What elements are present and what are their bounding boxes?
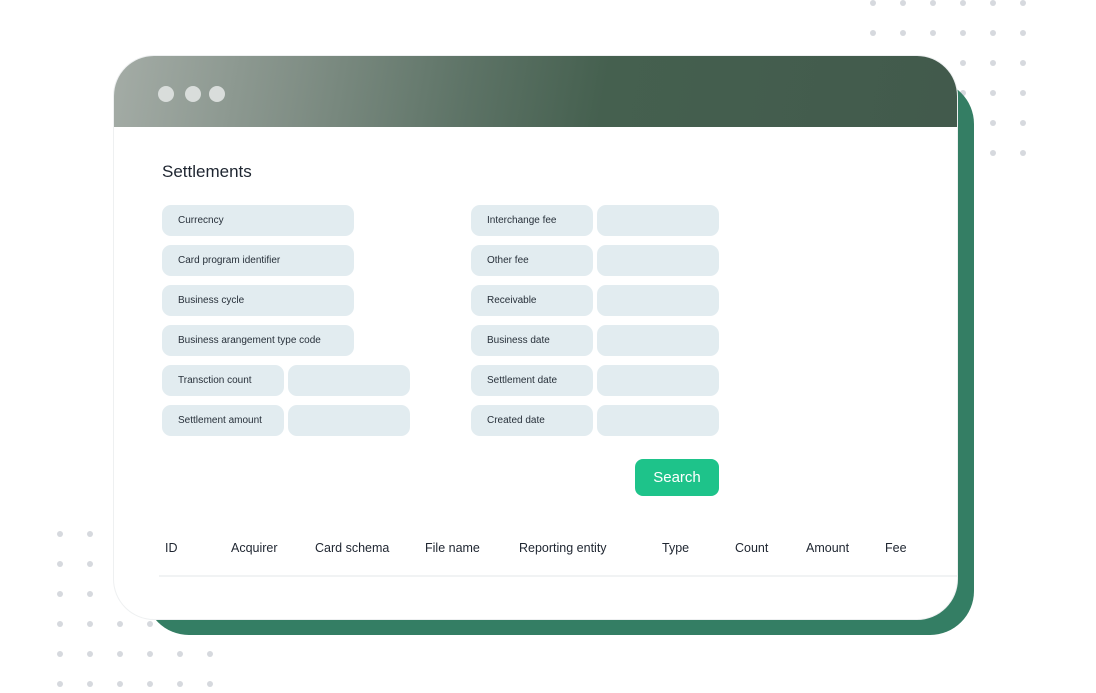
interchange-fee-input[interactable] <box>597 205 719 236</box>
decor-dot <box>177 681 183 687</box>
decor-dot <box>147 621 153 627</box>
window-titlebar <box>114 56 957 127</box>
column-header-reporting-entity[interactable]: Reporting entity <box>519 541 607 555</box>
window-dot-icon <box>158 86 174 102</box>
decor-dot <box>87 621 93 627</box>
page-title: Settlements <box>162 162 252 181</box>
decor-dot <box>57 591 63 597</box>
decor-dot <box>57 531 63 537</box>
other-fee-input[interactable] <box>597 245 719 276</box>
column-header-file-name[interactable]: File name <box>425 541 480 555</box>
filter-label: Card program identifier <box>178 255 281 266</box>
decor-dot <box>57 621 63 627</box>
filter-label-settlement-amount: Settlement amount <box>162 405 284 436</box>
column-header-amount[interactable]: Amount <box>806 541 849 555</box>
decor-dot <box>960 30 966 36</box>
filter-label-transaction-count: Transction count <box>162 365 284 396</box>
column-header-id[interactable]: ID <box>165 541 178 555</box>
decor-dot <box>87 561 93 567</box>
filter-card-program-identifier[interactable]: Card program identifier <box>162 245 354 276</box>
decor-dot <box>960 0 966 6</box>
search-button[interactable]: Search <box>635 459 719 496</box>
decor-dot <box>1020 0 1026 6</box>
decor-dot <box>1020 90 1026 96</box>
decor-dot <box>57 561 63 567</box>
filter-label: Settlement amount <box>178 415 262 426</box>
decor-dot <box>87 531 93 537</box>
decor-dot <box>900 30 906 36</box>
decor-dot <box>207 681 213 687</box>
decor-dot <box>1020 120 1026 126</box>
window-dot-icon <box>185 86 201 102</box>
filter-label-business-date: Business date <box>471 325 593 356</box>
filter-label: Created date <box>487 415 545 426</box>
filter-business-arrangement-type-code[interactable]: Business arangement type code <box>162 325 354 356</box>
decor-dot <box>990 120 996 126</box>
decor-dot <box>87 591 93 597</box>
decor-dot <box>87 681 93 687</box>
decor-dot <box>990 0 996 6</box>
filter-label: Settlement date <box>487 375 558 386</box>
decor-dot <box>1020 30 1026 36</box>
decor-dot <box>930 30 936 36</box>
decor-dot <box>207 651 213 657</box>
filter-label: Business arangement type code <box>178 335 321 346</box>
column-header-acquirer[interactable]: Acquirer <box>231 541 278 555</box>
filter-label-settlement-date: Settlement date <box>471 365 593 396</box>
transaction-count-input[interactable] <box>288 365 410 396</box>
filter-currency[interactable]: Currecncy <box>162 205 354 236</box>
settlement-amount-input[interactable] <box>288 405 410 436</box>
business-date-input[interactable] <box>597 325 719 356</box>
filter-label: Currecncy <box>178 215 224 226</box>
filter-label: Receivable <box>487 295 537 306</box>
filter-label-interchange-fee: Interchange fee <box>471 205 593 236</box>
decor-dot <box>87 651 93 657</box>
decor-dot <box>57 651 63 657</box>
window-dot-icon <box>209 86 225 102</box>
column-header-fee[interactable]: Fee <box>885 541 907 555</box>
filter-label: Transction count <box>178 375 252 386</box>
decor-dot <box>990 90 996 96</box>
decor-dot <box>870 0 876 6</box>
filter-label-receivable: Receivable <box>471 285 593 316</box>
receivable-input[interactable] <box>597 285 719 316</box>
filter-label-created-date: Created date <box>471 405 593 436</box>
decor-dot <box>177 651 183 657</box>
table-header-divider <box>159 575 957 577</box>
decor-dot <box>57 681 63 687</box>
decor-dot <box>117 621 123 627</box>
created-date-input[interactable] <box>597 405 719 436</box>
decor-dot <box>117 681 123 687</box>
decor-dot <box>147 651 153 657</box>
filter-label: Other fee <box>487 255 529 266</box>
decor-dot <box>960 60 966 66</box>
decor-dot <box>147 681 153 687</box>
decor-dot <box>870 30 876 36</box>
column-header-card-schema[interactable]: Card schema <box>315 541 389 555</box>
filter-label: Interchange fee <box>487 215 557 226</box>
decor-dot <box>990 30 996 36</box>
filter-business-cycle[interactable]: Business cycle <box>162 285 354 316</box>
settlement-date-input[interactable] <box>597 365 719 396</box>
column-header-count[interactable]: Count <box>735 541 768 555</box>
column-header-type[interactable]: Type <box>662 541 689 555</box>
decor-dot <box>117 651 123 657</box>
decor-dot <box>990 150 996 156</box>
decor-dot <box>1020 60 1026 66</box>
decor-dot <box>900 0 906 6</box>
decor-dot <box>1020 150 1026 156</box>
filter-label-other-fee: Other fee <box>471 245 593 276</box>
decor-dot <box>930 0 936 6</box>
filter-label: Business cycle <box>178 295 245 306</box>
browser-window: Settlements Currecncy Card program ident… <box>114 56 957 619</box>
filter-label: Business date <box>487 335 550 346</box>
decor-dot <box>990 60 996 66</box>
